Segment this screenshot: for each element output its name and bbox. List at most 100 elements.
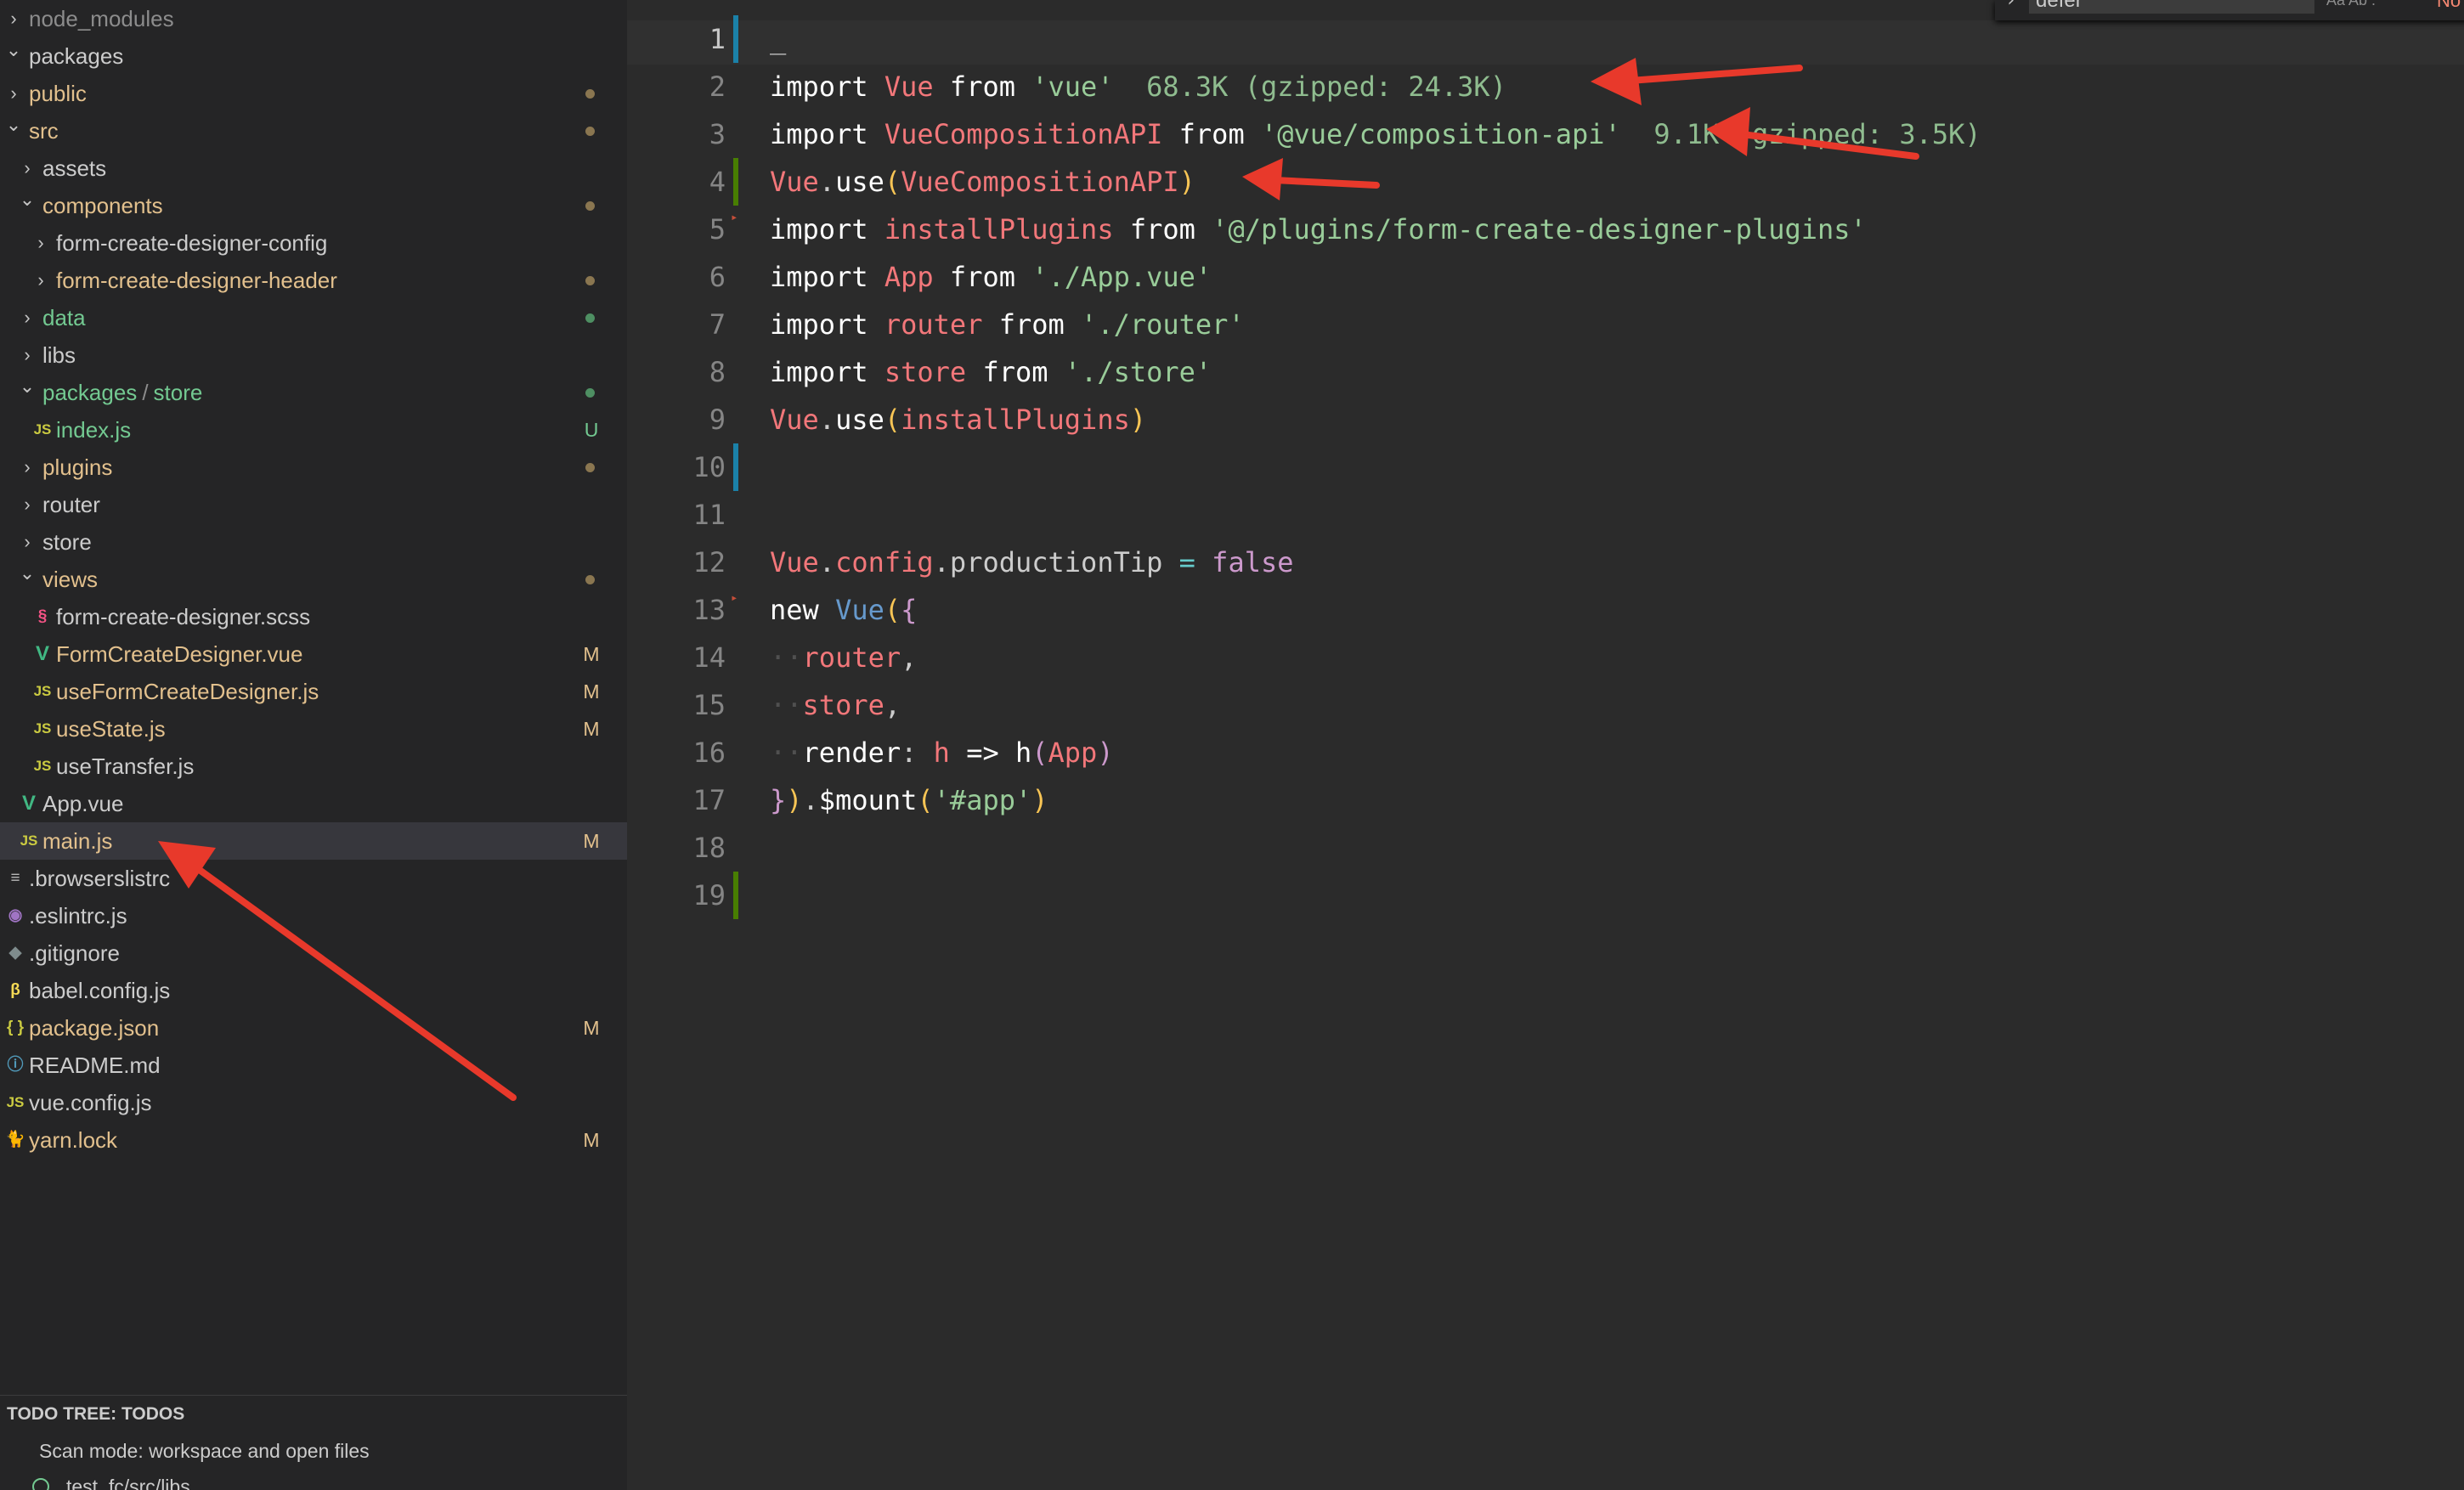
file-item[interactable]: ≡.browserslistrc <box>0 860 627 897</box>
code-line[interactable]: 13▸new Vue({ <box>627 586 2464 634</box>
tree-item-name: assets <box>42 155 106 181</box>
folder-item[interactable]: ›node_modules <box>0 0 627 37</box>
folder-item[interactable]: ›data <box>0 299 627 336</box>
file-item[interactable]: JSuseState.jsM <box>0 710 627 748</box>
folder-item[interactable]: ›public <box>0 75 627 112</box>
code-line[interactable]: 14··router, <box>627 634 2464 681</box>
tree-item-label: plugins <box>42 449 112 486</box>
code-line[interactable]: 3import VueCompositionAPI from '@vue/com… <box>627 110 2464 158</box>
file-item[interactable]: 🐈yarn.lockM <box>0 1121 627 1159</box>
code-token <box>982 308 998 341</box>
code-line[interactable]: 12Vue.config.productionTip = false <box>627 539 2464 586</box>
code-token: ) <box>1179 166 1195 198</box>
folder-item[interactable]: ›store <box>0 523 627 561</box>
code-line[interactable]: 11 <box>627 491 2464 539</box>
code-line[interactable]: 19 <box>627 872 2464 919</box>
file-tree: ›node_modules⌄packages›public⌄src›assets… <box>0 0 627 1159</box>
file-item[interactable]: JSmain.jsM <box>0 822 627 860</box>
code-line[interactable]: 7import router from './router' <box>627 301 2464 348</box>
chevron-down-icon[interactable]: ⌄ <box>19 187 36 224</box>
code-content: ··store, <box>770 681 901 729</box>
code-content: }).$mount('#app') <box>770 776 1048 824</box>
code-token: '#app' <box>934 784 1032 816</box>
code-line[interactable]: 16··render: h => h(App) <box>627 729 2464 776</box>
tree-item-name: libs <box>42 342 76 368</box>
todo-scan-mode[interactable]: Scan mode: workspace and open files <box>39 1434 370 1468</box>
line-number: 11 <box>627 491 726 539</box>
code-line[interactable]: 18 <box>627 824 2464 872</box>
folder-item[interactable]: ›assets <box>0 150 627 187</box>
chevron-right-icon[interactable]: › <box>5 75 22 112</box>
tree-item-name: form-create-designer-header <box>56 268 337 293</box>
find-input[interactable] <box>2029 0 2314 14</box>
chevron-down-icon[interactable]: ⌄ <box>19 561 36 598</box>
chevron-right-icon[interactable]: › <box>32 224 49 262</box>
file-item[interactable]: VFormCreateDesigner.vueM <box>0 635 627 673</box>
file-item[interactable]: βbabel.config.js <box>0 972 627 1009</box>
find-options[interactable]: Aa Ab .* <box>2326 0 2382 9</box>
code-line[interactable]: 4Vue.use(VueCompositionAPI) <box>627 158 2464 206</box>
file-item[interactable]: ◆.gitignore <box>0 934 627 972</box>
chevron-right-icon[interactable]: › <box>19 486 36 523</box>
code-line[interactable]: 8import store from './store' <box>627 348 2464 396</box>
code-line[interactable]: 10 <box>627 443 2464 491</box>
tree-item-label: router <box>42 486 100 523</box>
file-item[interactable]: ◉.eslintrc.js <box>0 897 627 934</box>
folder-item[interactable]: ⌄packages/store <box>0 374 627 411</box>
code-editor[interactable]: 1_2import Vue from 'vue' 68.3K (gzipped:… <box>627 0 2464 1490</box>
folder-item[interactable]: ›form-create-designer-config <box>0 224 627 262</box>
file-item[interactable]: JSuseTransfer.js <box>0 748 627 785</box>
code-line[interactable]: 15··store, <box>627 681 2464 729</box>
javascript-file-icon: JS <box>5 1084 25 1121</box>
chevron-right-icon[interactable]: › <box>19 523 36 561</box>
code-token <box>1162 546 1178 579</box>
tree-item-name: babel.config.js <box>29 978 170 1003</box>
code-line[interactable]: 17}).$mount('#app') <box>627 776 2464 824</box>
todo-folder-item[interactable]: test_fc/src/libs <box>34 1470 190 1490</box>
tree-item-label: store <box>42 523 92 561</box>
chevron-right-icon[interactable]: › <box>19 449 36 486</box>
folder-item[interactable]: ›libs <box>0 336 627 374</box>
line-number: 3 <box>627 110 726 158</box>
folder-item[interactable]: › form-create-designer-header <box>0 262 627 299</box>
chevron-down-icon[interactable]: ⌄ <box>5 37 22 75</box>
folder-item[interactable]: ⌄views <box>0 561 627 598</box>
file-item[interactable]: JSvue.config.js <box>0 1084 627 1121</box>
chevron-right-icon[interactable]: › <box>32 262 49 299</box>
code-line[interactable]: 5▸import installPlugins from '@/plugins/… <box>627 206 2464 253</box>
chevron-right-icon[interactable]: › <box>19 150 36 187</box>
file-item[interactable]: JSuseFormCreateDesigner.jsM <box>0 673 627 710</box>
fold-marker-icon[interactable]: ▸ <box>731 586 738 610</box>
folder-item[interactable]: ⌄src <box>0 112 627 150</box>
file-item[interactable]: { }package.jsonM <box>0 1009 627 1047</box>
tree-item-label: src <box>29 112 59 150</box>
folder-item[interactable]: ›plugins <box>0 449 627 486</box>
git-status-dot <box>585 127 595 136</box>
code-line[interactable]: 9Vue.use(installPlugins) <box>627 396 2464 443</box>
file-item[interactable]: ⓘREADME.md <box>0 1047 627 1084</box>
folder-item[interactable]: ⌄packages <box>0 37 627 75</box>
explorer-sidebar: ›node_modules⌄packages›public⌄src›assets… <box>0 0 627 1490</box>
code-token <box>917 737 933 769</box>
chevron-right-icon[interactable]: › <box>19 299 36 336</box>
tree-item-name: main.js <box>42 828 112 854</box>
chevron-right-icon[interactable]: › <box>5 0 22 37</box>
folder-item[interactable]: ⌄components <box>0 187 627 224</box>
tree-item-label: index.js <box>56 411 131 449</box>
chevron-right-icon[interactable]: › <box>19 336 36 374</box>
tree-item-label: data <box>42 299 86 336</box>
code-line[interactable]: 1_ <box>627 15 2464 63</box>
code-token: from <box>982 356 1048 388</box>
code-line[interactable]: 2import Vue from 'vue' 68.3K (gzipped: 2… <box>627 63 2464 110</box>
chevron-right-icon[interactable]: › <box>2005 0 2016 11</box>
code-line[interactable]: 6import App from './App.vue' <box>627 253 2464 301</box>
file-item[interactable]: JSindex.jsU <box>0 411 627 449</box>
folder-item[interactable]: ›router <box>0 486 627 523</box>
file-item[interactable]: VApp.vue <box>0 785 627 822</box>
file-item[interactable]: §form-create-designer.scss <box>0 598 627 635</box>
todo-tree-header[interactable]: TODO TREE: TODOS <box>0 1395 627 1432</box>
code-token: ( <box>884 594 901 626</box>
fold-marker-icon[interactable]: ▸ <box>731 206 738 229</box>
chevron-down-icon[interactable]: ⌄ <box>5 112 22 150</box>
chevron-down-icon[interactable]: ⌄ <box>19 374 36 411</box>
